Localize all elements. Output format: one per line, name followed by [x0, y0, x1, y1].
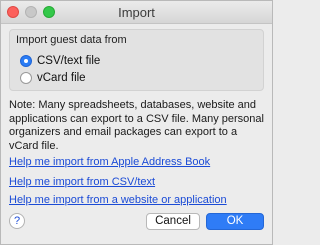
ok-button[interactable]: OK — [206, 213, 264, 230]
option-vcard-label: vCard file — [37, 72, 86, 84]
title-bar: Import — [1, 1, 272, 24]
import-source-group: Import guest data from CSV/text file vCa… — [9, 29, 264, 91]
cancel-button[interactable]: Cancel — [146, 213, 200, 230]
help-icon[interactable]: ? — [9, 213, 25, 229]
link-website-application[interactable]: Help me import from a website or applica… — [9, 194, 227, 206]
radio-unselected-icon[interactable] — [20, 72, 32, 84]
import-dialog: Import Import guest data from CSV/text f… — [0, 0, 273, 245]
option-vcard[interactable]: vCard file — [20, 72, 86, 84]
window-title: Import — [118, 5, 155, 20]
link-csv-text[interactable]: Help me import from CSV/text — [9, 176, 155, 188]
radio-selected-icon[interactable] — [20, 55, 32, 67]
option-csv-label: CSV/text file — [37, 55, 101, 67]
group-label: Import guest data from — [16, 34, 127, 46]
note-text: Note: Many spreadsheets, databases, webs… — [9, 99, 264, 152]
option-csv[interactable]: CSV/text file — [20, 55, 100, 67]
link-apple-address-book[interactable]: Help me import from Apple Address Book — [9, 156, 210, 168]
